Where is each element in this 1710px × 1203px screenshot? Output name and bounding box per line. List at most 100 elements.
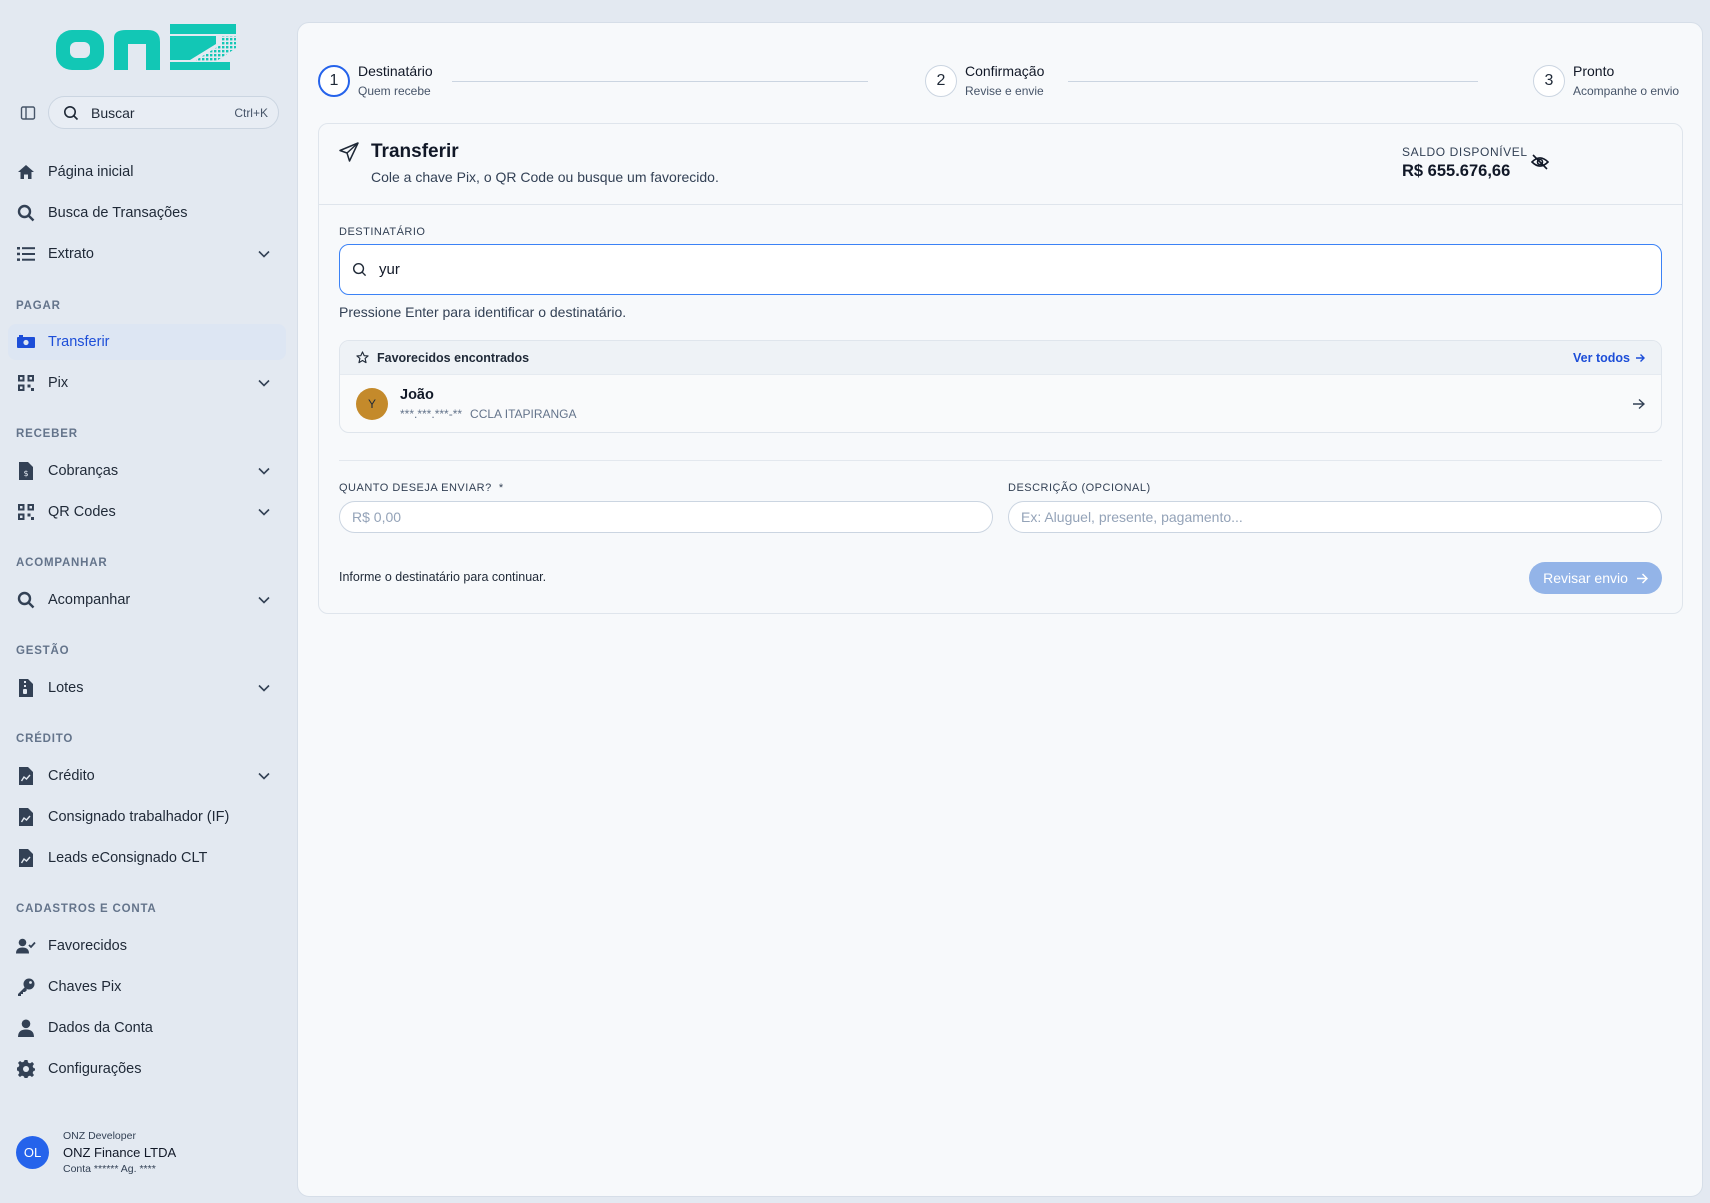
balance-value: R$ 655.676,66 <box>1402 162 1511 180</box>
chevron-down-icon <box>254 373 274 393</box>
arrow-right-icon <box>1636 572 1648 584</box>
sidebar-search[interactable]: Buscar Ctrl+K <box>48 96 279 129</box>
card-header: Transferir Cole a chave Pix, o QR Code o… <box>319 124 1682 205</box>
sidebar-item-consignado[interactable]: Consignado trabalhador (IF) <box>8 799 286 835</box>
section-cadastros: CADASTROS E CONTA <box>16 903 157 915</box>
sidebar-item-label: Acompanhar <box>48 592 131 608</box>
step-connector <box>452 81 868 82</box>
home-icon <box>16 162 36 182</box>
money-transfer-icon <box>16 332 36 352</box>
sidebar-item-cobrancas[interactable]: $ Cobranças <box>8 453 286 489</box>
favorite-item[interactable]: Y João ***.***.***-** CCLA ITAPIRANGA <box>340 375 1661 432</box>
sidebar-item-lotes[interactable]: Lotes <box>8 670 286 706</box>
section-acompanhar: ACOMPANHAR <box>16 557 108 569</box>
chevron-down-icon <box>254 678 274 698</box>
sidebar-item-label: Extrato <box>48 246 94 262</box>
sidebar-item-transferir[interactable]: Transferir <box>8 324 286 360</box>
description-label: DESCRIÇÃO (OPCIONAL) <box>1008 482 1151 494</box>
review-transfer-button[interactable]: Revisar envio <box>1529 562 1662 594</box>
arrow-right-icon <box>1632 398 1645 410</box>
section-receber: RECEBER <box>16 428 78 440</box>
favorites-results: Favorecidos encontrados Ver todos Y João… <box>339 340 1662 433</box>
sidebar-item-label: Favorecidos <box>48 938 127 954</box>
step-connector <box>1068 81 1478 82</box>
sidebar-item-transaction-search[interactable]: Busca de Transações <box>8 195 286 231</box>
send-icon <box>339 142 359 167</box>
step-subtitle: Acompanhe o envio <box>1573 84 1680 98</box>
sidebar-item-home[interactable]: Página inicial <box>8 154 286 190</box>
search-icon <box>352 262 367 277</box>
page-title: Transferir <box>371 141 459 162</box>
see-all-label: Ver todos <box>1573 350 1630 365</box>
sidebar-item-label: Cobranças <box>48 463 119 479</box>
step-subtitle: Revise e envie <box>965 84 1044 98</box>
svg-text:$: $ <box>23 469 28 478</box>
invoice-icon: $ <box>16 461 36 481</box>
eye-off-icon[interactable] <box>1530 154 1550 175</box>
section-pagar: PAGAR <box>16 300 61 312</box>
sidebar-item-label: QR Codes <box>48 504 116 520</box>
section-credito: CRÉDITO <box>16 733 74 745</box>
recipient-hint: Pressione Enter para identificar o desti… <box>339 304 627 320</box>
amount-label: QUANTO DESEJA ENVIAR? * <box>339 482 504 494</box>
sidebar-item-label: Crédito <box>48 768 95 784</box>
qr-grid-icon <box>16 373 36 393</box>
step-number: 3 <box>1533 65 1565 97</box>
user-account-number: Conta ****** Ag. **** <box>63 1163 156 1175</box>
sidebar-item-favorecidos[interactable]: Favorecidos <box>8 928 286 964</box>
search-icon <box>16 590 36 610</box>
sidebar-item-configuracoes[interactable]: Configurações <box>8 1051 286 1087</box>
search-icon <box>63 105 79 121</box>
step-destinatario: 1 Destinatário Quem recebe <box>318 63 433 98</box>
sidebar-item-qr-codes[interactable]: QR Codes <box>8 494 286 530</box>
page-subtitle: Cole a chave Pix, o QR Code ou busque um… <box>371 169 719 185</box>
transfer-card: Transferir Cole a chave Pix, o QR Code o… <box>318 123 1683 614</box>
sidebar-item-label: Lotes <box>48 680 84 696</box>
sidebar-item-chaves-pix[interactable]: Chaves Pix <box>8 969 286 1005</box>
onz-logo[interactable] <box>54 22 238 76</box>
see-all-link[interactable]: Ver todos <box>1573 351 1645 365</box>
user-account[interactable]: OL ONZ Developer ONZ Finance LTDA Conta … <box>16 1130 176 1175</box>
sidebar-toggle-icon[interactable] <box>17 102 39 124</box>
sidebar-item-credito[interactable]: Crédito <box>8 758 286 794</box>
footer-message: Informe o destinatário para continuar. <box>339 570 547 584</box>
sidebar-item-leads[interactable]: Leads eConsignado CLT <box>8 840 286 876</box>
search-icon <box>16 203 36 223</box>
step-subtitle: Quem recebe <box>358 84 431 98</box>
sidebar-item-acompanhar[interactable]: Acompanhar <box>8 582 286 618</box>
step-number: 2 <box>925 65 957 97</box>
favorite-document: ***.***.***-** <box>400 407 463 421</box>
step-pronto: 3 Pronto Acompanhe o envio <box>1533 63 1680 98</box>
required-marker: * <box>498 482 504 494</box>
step-title: Confirmação <box>965 63 1045 79</box>
favorites-header-label: Favorecidos encontrados <box>377 350 530 365</box>
sidebar-item-dados-conta[interactable]: Dados da Conta <box>8 1010 286 1046</box>
star-icon <box>356 351 369 364</box>
file-chart-icon <box>16 766 36 786</box>
recipient-label: DESTINATÁRIO <box>339 226 426 238</box>
step-title: Pronto <box>1573 63 1615 79</box>
user-icon <box>16 1018 36 1038</box>
amount-input[interactable]: R$ 0,00 <box>339 501 993 533</box>
description-placeholder: Ex: Aluguel, presente, pagamento... <box>1021 509 1243 525</box>
sidebar-item-label: Pix <box>48 375 69 391</box>
file-chart-icon <box>16 807 36 827</box>
description-input[interactable]: Ex: Aluguel, presente, pagamento... <box>1008 501 1662 533</box>
sidebar-item-statement[interactable]: Extrato <box>8 236 286 272</box>
divider <box>339 460 1662 461</box>
favorite-name: João <box>400 387 434 403</box>
sidebar-item-label: Chaves Pix <box>48 979 122 995</box>
balance-label: SALDO DISPONÍVEL <box>1402 145 1528 159</box>
amount-placeholder: R$ 0,00 <box>352 509 402 525</box>
sidebar-item-pix[interactable]: Pix <box>8 365 286 401</box>
file-zip-icon <box>16 678 36 698</box>
user-check-icon <box>16 936 36 956</box>
sidebar-item-label: Dados da Conta <box>48 1020 153 1036</box>
step-number: 1 <box>318 65 350 97</box>
section-gestao: GESTÃO <box>16 645 70 657</box>
chevron-down-icon <box>254 766 274 786</box>
user-company: ONZ Finance LTDA <box>63 1145 177 1160</box>
recipient-search-input[interactable]: yur <box>339 244 1662 295</box>
stepper: 1 Destinatário Quem recebe 2 Confirmação… <box>318 63 1692 109</box>
favorites-header: Favorecidos encontrados Ver todos <box>340 341 1661 375</box>
